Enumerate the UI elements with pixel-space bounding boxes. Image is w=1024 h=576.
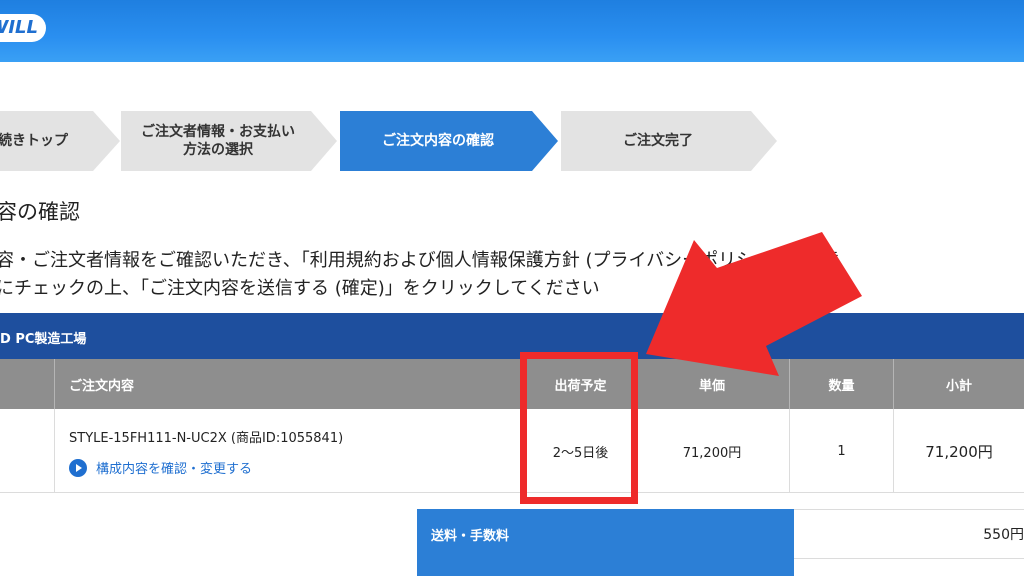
red-arrow-icon	[646, 232, 862, 376]
arrow-shape	[646, 232, 862, 376]
